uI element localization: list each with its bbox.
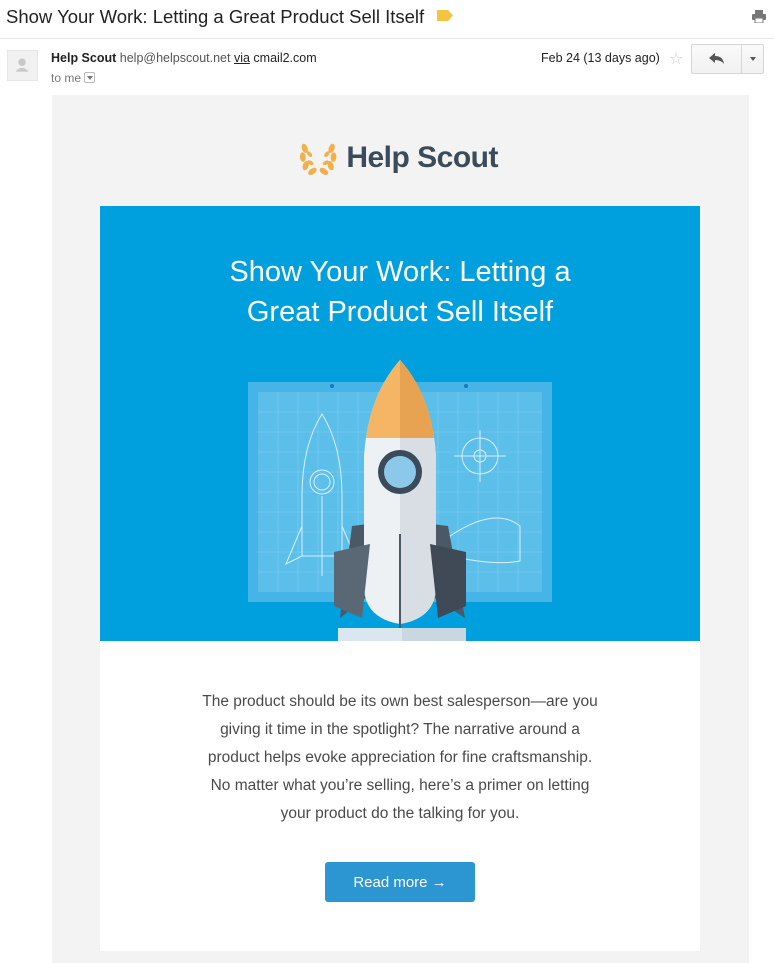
summary-line: product helps evoke appreciation for fin… [207,749,593,766]
via-link[interactable]: via [234,51,250,65]
brand-logo[interactable]: Help Scout [298,136,498,180]
reply-button-group [691,44,764,74]
via-domain: cmail2.com [253,51,317,65]
email-subject: Show Your Work: Letting a Great Product … [6,6,425,27]
summary-line: The product should be its own best sales… [202,693,598,710]
sender-line: Help Scout help@helpscout.net via cmail2… [51,51,317,65]
recipient-label: to me [51,71,82,85]
print-icon[interactable] [752,10,766,23]
rocket-blueprint-illustration [248,360,552,641]
hero-banner[interactable]: Show Your Work: Letting a Great Product … [100,206,700,641]
hero-headline-line: Great Product Sell Itself [246,296,554,328]
sender-name[interactable]: Help Scout [51,51,116,65]
hero-headline: Show Your Work: Letting a Great Product … [100,252,700,332]
more-options-button[interactable] [742,45,763,73]
star-icon[interactable]: ☆ [669,49,683,69]
sender-email: help@helpscout.net [119,51,231,65]
summary-line: your product do the talking for you. [280,805,520,822]
brand-name: Help Scout [346,141,498,174]
person-icon [15,58,29,72]
laurel-icon [299,143,337,176]
article-card: The product should be its own best sales… [100,641,700,951]
sender-avatar[interactable] [7,50,38,81]
summary-line: giving it time in the spotlight? The nar… [220,721,580,738]
reply-button[interactable] [692,45,742,73]
label-tag-icon[interactable] [437,10,453,21]
article-summary: The product should be its own best sales… [100,688,700,828]
summary-line: No matter what you’re selling, here’s a … [210,777,590,794]
reply-arrow-icon [708,53,724,64]
hero-headline-line: Show Your Work: Letting a [229,256,571,288]
recipient-details[interactable]: to me [51,71,96,85]
email-date: Feb 24 (13 days ago) [541,51,660,65]
read-more-button[interactable]: Read more → [325,862,475,902]
show-details-icon[interactable] [84,72,96,83]
header-divider [0,38,774,39]
